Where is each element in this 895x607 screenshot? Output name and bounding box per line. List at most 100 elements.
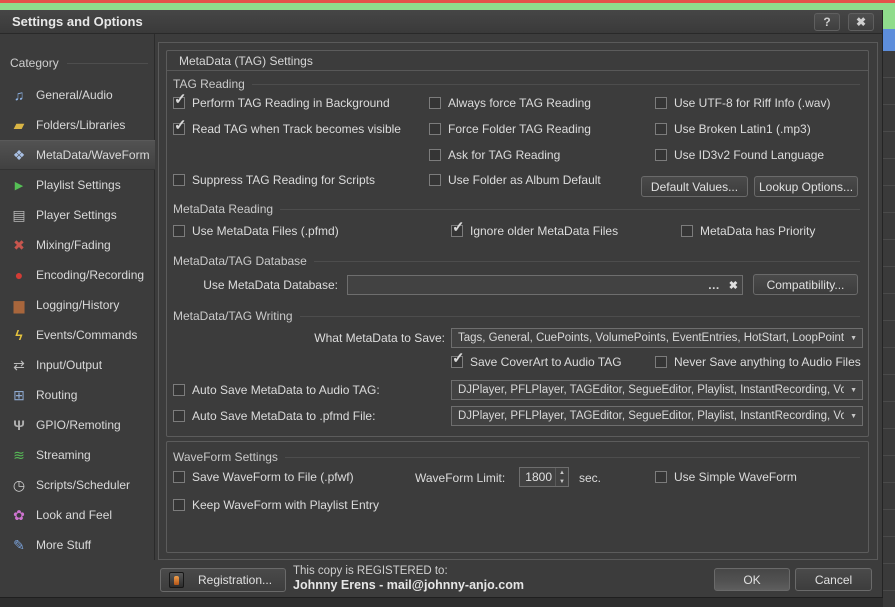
auto-save-audio-tag-dropdown[interactable]: DJPlayer, PFLPlayer, TAGEditor, SegueEdi… xyxy=(451,380,863,400)
checkbox-icon xyxy=(681,225,693,237)
group-title: MetaData (TAG) Settings xyxy=(167,51,868,71)
checkbox-auto-save-pfmd-file[interactable]: Auto Save MetaData to .pfmd File: xyxy=(173,408,375,424)
playlist-play-icon: ▶ xyxy=(9,179,29,192)
sidebar-item-folders-libraries[interactable]: ▰ Folders/Libraries xyxy=(0,110,155,140)
registration-key-icon xyxy=(169,572,184,588)
waveform-limit-label: WaveForm Limit: xyxy=(415,471,505,485)
checkbox-icon xyxy=(655,97,667,109)
waveform-settings-header: WaveForm Settings xyxy=(173,450,860,464)
registered-to-label: This copy is REGISTERED to: xyxy=(293,565,524,577)
sidebar-header: Category xyxy=(10,56,148,70)
checkbox-icon xyxy=(173,499,185,511)
checkbox-use-folder-album-default[interactable]: Use Folder as Album Default xyxy=(429,172,601,188)
spinner-up-icon[interactable]: ▲ xyxy=(556,468,568,477)
sidebar-item-logging-history[interactable]: ▆ Logging/History xyxy=(0,290,155,320)
what-metadata-save-dropdown[interactable]: Tags, General, CuePoints, VolumePoints, … xyxy=(451,328,863,348)
metadata-database-input[interactable]: … ✖ xyxy=(347,275,743,295)
ok-button[interactable]: OK xyxy=(714,568,790,591)
checkbox-suppress-tag-reading-scripts[interactable]: Suppress TAG Reading for Scripts xyxy=(173,172,375,188)
checkbox-never-save-audio-files[interactable]: Never Save anything to Audio Files xyxy=(655,354,861,370)
checkbox-always-force-tag-reading[interactable]: Always force TAG Reading xyxy=(429,95,591,111)
close-icon[interactable]: ✖ xyxy=(848,13,874,31)
waveform-limit-spinner[interactable]: 1800 ▲ ▼ xyxy=(519,467,569,487)
checkbox-icon xyxy=(655,149,667,161)
dialog-bottom-strip xyxy=(0,597,883,607)
lookup-options-button[interactable]: Lookup Options... xyxy=(754,176,858,197)
sidebar-item-look-and-feel[interactable]: ✿ Look and Feel xyxy=(0,500,155,530)
sidebar-item-gpio-remoting[interactable]: Ψ GPIO/Remoting xyxy=(0,410,155,440)
checkbox-ignore-older-metadata[interactable]: Ignore older MetaData Files xyxy=(451,223,618,239)
category-sidebar: Category ♫ General/Audio ▰ Folders/Libra… xyxy=(0,34,155,560)
checkbox-icon xyxy=(451,356,463,368)
sidebar-item-mixing-fading[interactable]: ✖ Mixing/Fading xyxy=(0,230,155,260)
cancel-button[interactable]: Cancel xyxy=(795,568,872,591)
chevron-down-icon: ▼ xyxy=(850,413,857,420)
sidebar-item-encoding-recording[interactable]: ● Encoding/Recording xyxy=(0,260,155,290)
sidebar-item-events-commands[interactable]: ϟ Events/Commands xyxy=(0,320,155,350)
folder-icon: ▰ xyxy=(9,117,29,134)
what-metadata-save-label: What MetaData to Save: xyxy=(173,331,445,345)
tag-icon: ❖ xyxy=(9,147,29,164)
default-values-button[interactable]: Default Values... xyxy=(641,176,748,197)
checkbox-read-tag-track-visible[interactable]: Read TAG when Track becomes visible xyxy=(173,121,401,137)
sidebar-item-playlist-settings[interactable]: ▶ Playlist Settings xyxy=(0,170,155,200)
checkbox-save-coverart[interactable]: Save CoverArt to Audio TAG xyxy=(451,354,622,370)
checkbox-icon xyxy=(655,123,667,135)
clear-icon[interactable]: ✖ xyxy=(729,279,738,292)
input-output-icon: ⇄ xyxy=(9,357,29,374)
dialog-footer: Registration... This copy is REGISTERED … xyxy=(0,560,883,597)
sidebar-item-player-settings[interactable]: ▤ Player Settings xyxy=(0,200,155,230)
microphone-icon: Ψ xyxy=(9,417,29,433)
sidebar-item-input-output[interactable]: ⇄ Input/Output xyxy=(0,350,155,380)
background-green-block xyxy=(883,10,895,29)
spinner-down-icon[interactable]: ▼ xyxy=(556,477,568,486)
sidebar-item-more-stuff[interactable]: ✎ More Stuff xyxy=(0,530,155,560)
background-app-edge xyxy=(883,10,895,607)
use-metadata-database-label: Use MetaData Database: xyxy=(173,278,338,292)
compatibility-button[interactable]: Compatibility... xyxy=(753,274,858,295)
background-blue-block xyxy=(883,29,895,51)
waveform-settings-group: WaveForm Settings Save WaveForm to File … xyxy=(166,441,869,553)
auto-save-pfmd-dropdown[interactable]: DJPlayer, PFLPlayer, TAGEditor, SegueEdi… xyxy=(451,406,863,426)
chevron-down-icon: ▼ xyxy=(850,387,857,394)
sidebar-item-scripts-scheduler[interactable]: ◷ Scripts/Scheduler xyxy=(0,470,155,500)
checkbox-use-metadata-files[interactable]: Use MetaData Files (.pfmd) xyxy=(173,223,339,239)
lightning-icon: ϟ xyxy=(9,327,29,343)
player-icon: ▤ xyxy=(9,207,29,224)
checkbox-icon xyxy=(173,410,185,422)
metadata-tag-database-header: MetaData/TAG Database xyxy=(173,254,860,268)
clock-icon: ◷ xyxy=(9,477,29,494)
checkbox-use-simple-waveform[interactable]: Use Simple WaveForm xyxy=(655,469,797,485)
streaming-icon: ≋ xyxy=(9,447,29,464)
checkbox-auto-save-audio-tag[interactable]: Auto Save MetaData to Audio TAG: xyxy=(173,382,380,398)
help-button[interactable]: ? xyxy=(814,13,840,31)
sidebar-item-metadata-waveform[interactable]: ❖ MetaData/WaveForm xyxy=(0,140,155,170)
checkbox-save-waveform-file[interactable]: Save WaveForm to File (.pfwf) xyxy=(173,469,354,485)
checkbox-keep-waveform-playlist[interactable]: Keep WaveForm with Playlist Entry xyxy=(173,497,379,513)
music-note-icon: ♫ xyxy=(9,87,29,103)
checkbox-id3v2-found-language[interactable]: Use ID3v2 Found Language xyxy=(655,147,824,163)
registered-owner: Johnny Erens - mail@johnny-anjo.com xyxy=(293,578,524,592)
checkbox-force-folder-tag-reading[interactable]: Force Folder TAG Reading xyxy=(429,121,591,137)
tag-reading-header: TAG Reading xyxy=(173,77,860,91)
sidebar-item-general-audio[interactable]: ♫ General/Audio xyxy=(0,80,155,110)
checkbox-broken-latin1[interactable]: Use Broken Latin1 (.mp3) xyxy=(655,121,811,137)
metadata-tag-settings-group: MetaData (TAG) Settings TAG Reading Perf… xyxy=(166,50,869,437)
checkbox-icon xyxy=(655,471,667,483)
settings-dialog: Settings and Options ? ✖ Category ♫ Gene… xyxy=(0,10,883,607)
registration-button[interactable]: Registration... xyxy=(160,568,286,592)
checkbox-icon xyxy=(173,471,185,483)
checkbox-metadata-has-priority[interactable]: MetaData has Priority xyxy=(681,223,815,239)
checkbox-perform-tag-reading-background[interactable]: Perform TAG Reading in Background xyxy=(173,95,390,111)
pencil-icon: ✎ xyxy=(9,537,29,554)
title-bar: Settings and Options ? ✖ xyxy=(0,10,882,34)
sidebar-item-routing[interactable]: ⊞ Routing xyxy=(0,380,155,410)
checkbox-ask-for-tag-reading[interactable]: Ask for TAG Reading xyxy=(429,147,560,163)
checkbox-icon xyxy=(173,123,185,135)
checkbox-icon xyxy=(429,174,441,186)
sidebar-item-streaming[interactable]: ≋ Streaming xyxy=(0,440,155,470)
browse-ellipsis-icon[interactable]: … xyxy=(708,278,721,292)
chevron-down-icon: ▼ xyxy=(850,335,857,342)
checkbox-utf8-riff-info[interactable]: Use UTF-8 for Riff Info (.wav) xyxy=(655,95,830,111)
checkbox-icon xyxy=(451,225,463,237)
